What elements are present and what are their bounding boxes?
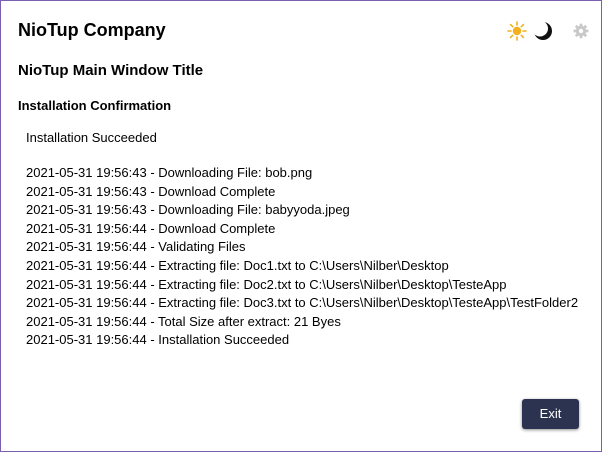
section-title: Installation Confirmation (18, 98, 172, 113)
log-line: 2021-05-31 19:56:44 - Download Complete (26, 220, 276, 236)
log-line: 2021-05-31 19:56:44 - Installation Succe… (26, 332, 290, 348)
log-line: 2021-05-31 19:56:43 - Downloading File: … (26, 202, 350, 218)
sun-icon[interactable] (506, 20, 528, 42)
main-window-title: NioTup Main Window Title (18, 62, 204, 79)
moon-icon[interactable] (532, 20, 554, 42)
gear-icon[interactable] (570, 20, 592, 42)
exit-button[interactable]: Exit (522, 399, 579, 429)
log-line: 2021-05-31 19:56:43 - Downloading File: … (26, 165, 313, 180)
installer-window: NioTup Company NioTup Main Window Title … (0, 0, 602, 452)
log-line: 2021-05-31 19:56:44 - Validating Files (26, 239, 246, 255)
theme-controls (506, 20, 592, 42)
log-line: 2021-05-31 19:56:44 - Extracting file: D… (26, 276, 507, 292)
installation-status: Installation Succeeded (26, 130, 157, 145)
log-line: 2021-05-31 19:56:44 - Total Size after e… (26, 313, 341, 329)
log-line: 2021-05-31 19:56:44 - Extracting file: D… (26, 295, 579, 311)
log-line: 2021-05-31 19:56:43 - Download Complete (26, 183, 276, 199)
log-line: 2021-05-31 19:56:44 - Extracting file: D… (26, 257, 449, 273)
company-name: NioTup Company (18, 20, 166, 40)
installation-log: 2021-05-31 19:56:43 - Downloading File: … (26, 164, 581, 350)
